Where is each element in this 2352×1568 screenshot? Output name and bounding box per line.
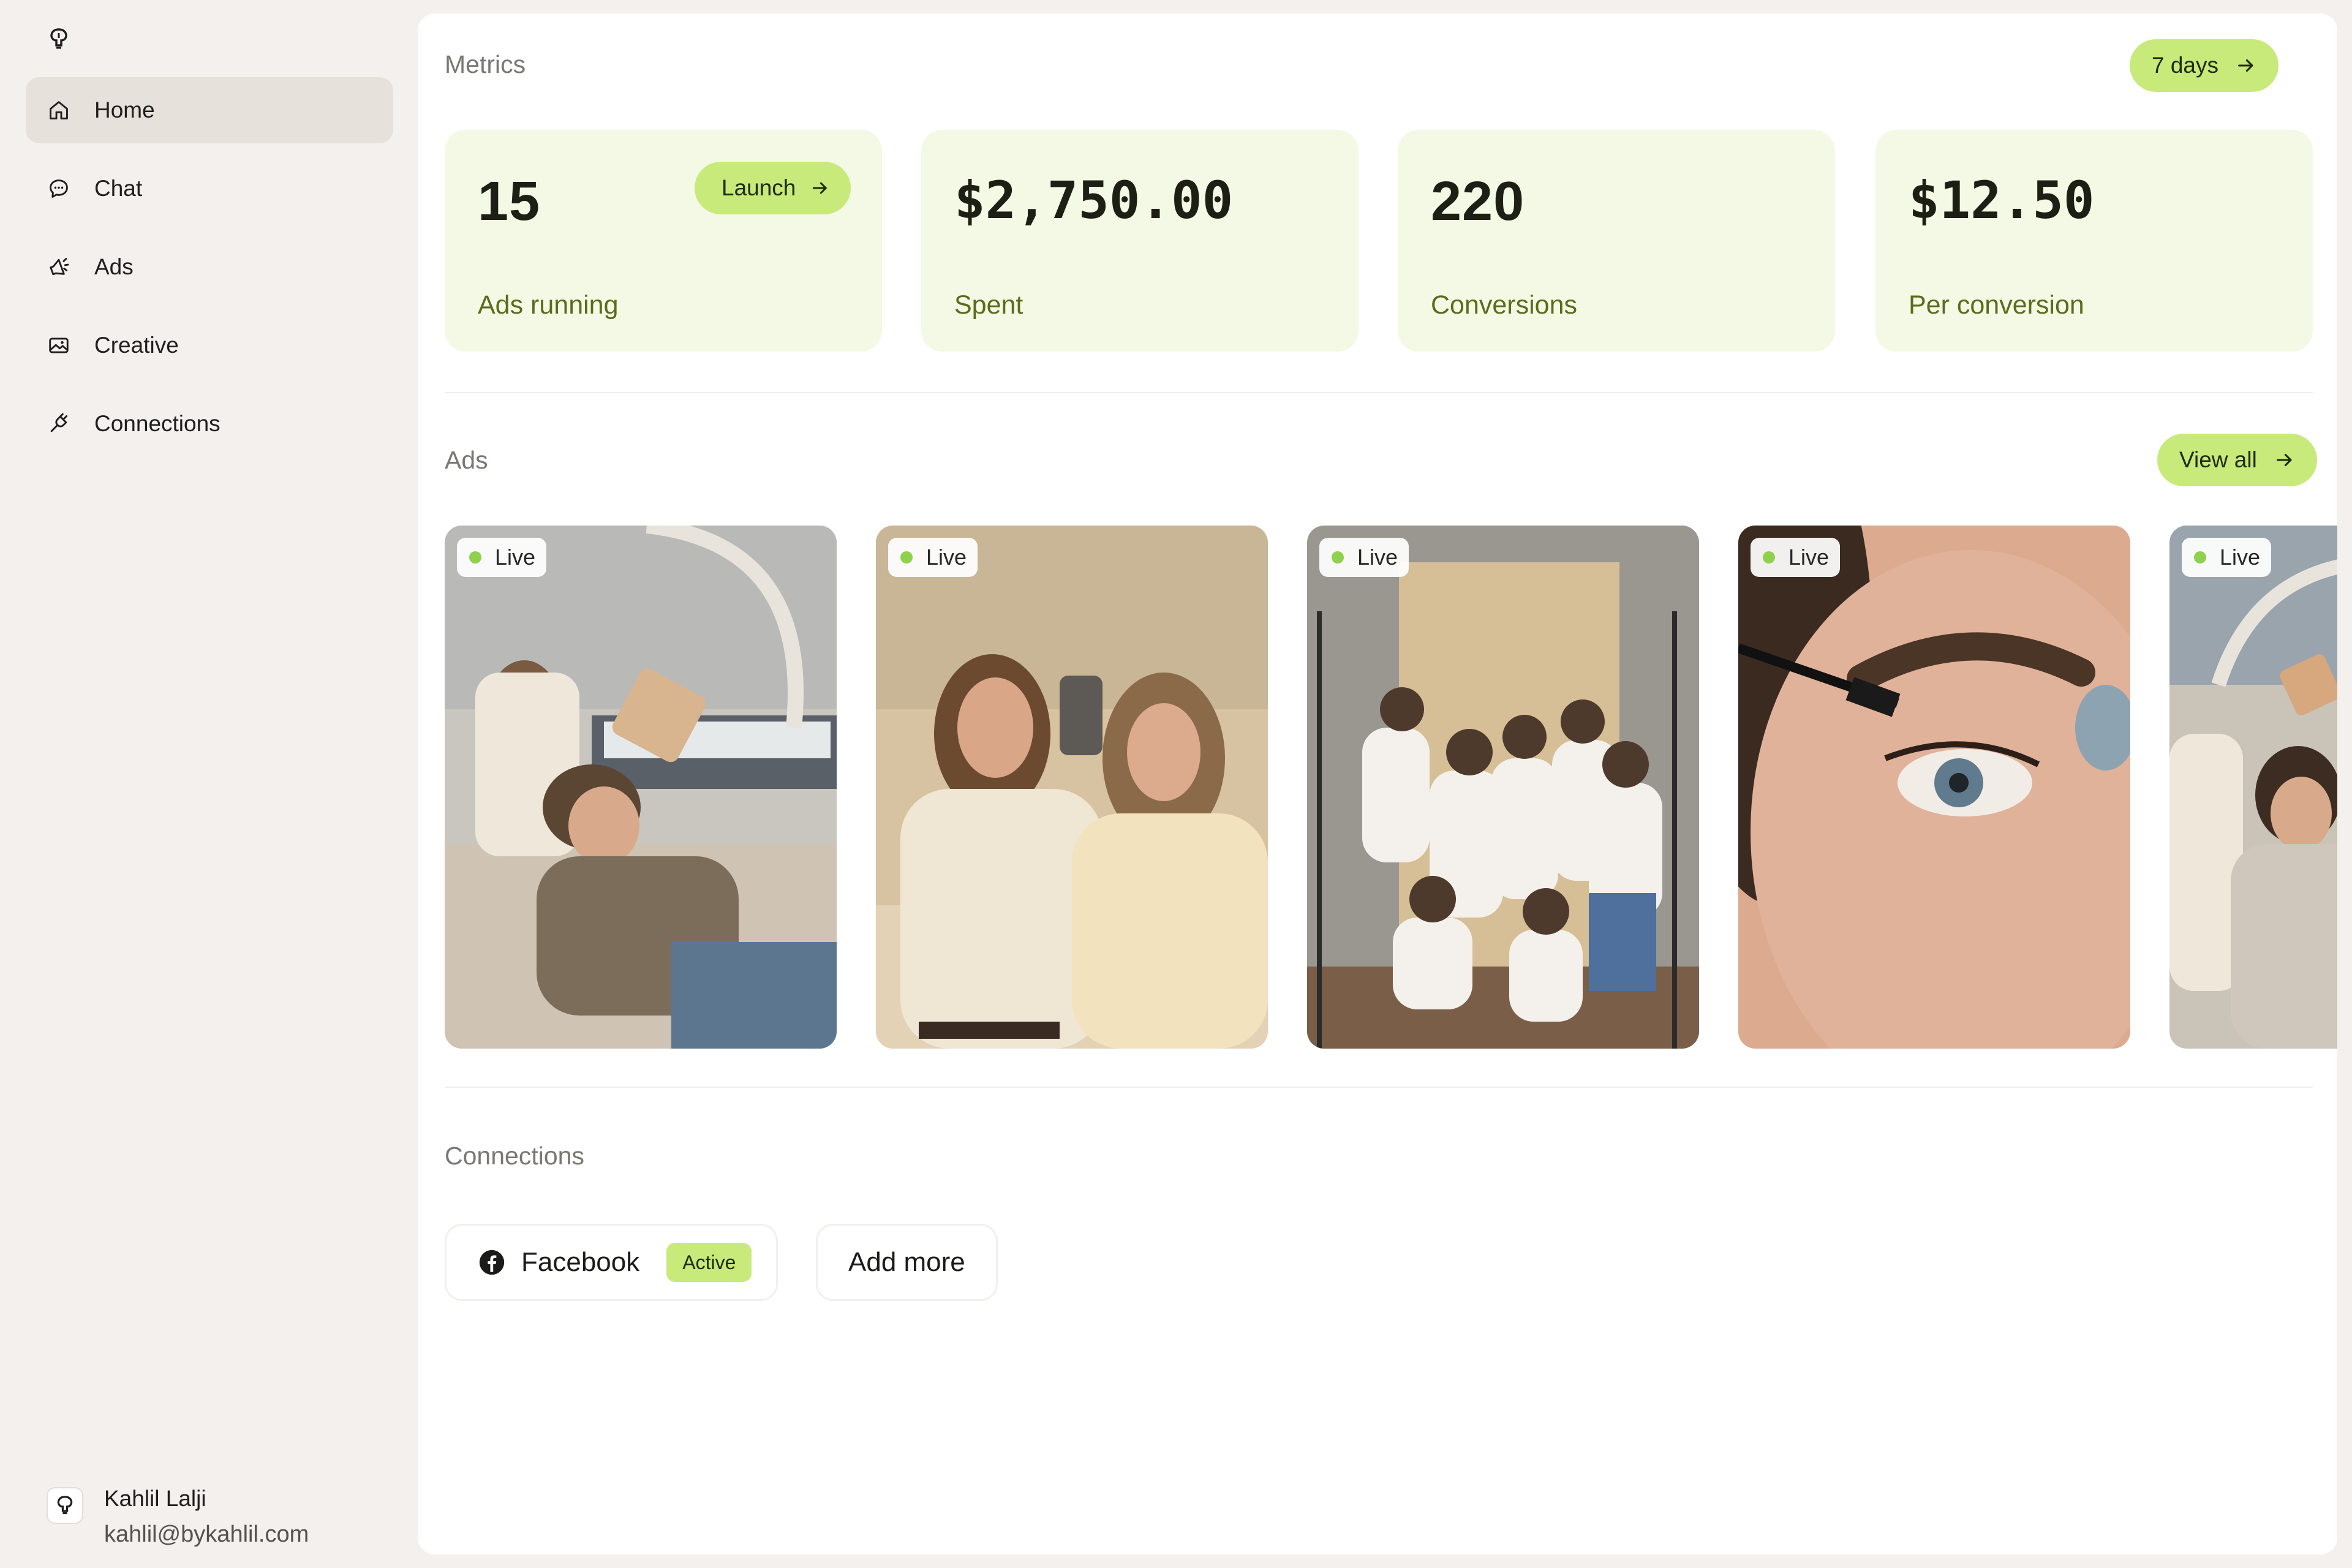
live-dot-icon	[2194, 551, 2206, 564]
nav-item-connections[interactable]: Connections	[26, 391, 393, 457]
date-range-button[interactable]: 7 days	[2130, 39, 2279, 92]
launch-button[interactable]: Launch	[695, 162, 851, 214]
ad-thumbnail	[2169, 526, 2337, 1049]
nav-label-chat: Chat	[94, 176, 143, 201]
arrow-right-icon	[813, 182, 827, 194]
main-nav: Home Chat Ads Creative Connections	[26, 77, 393, 469]
live-dot-icon	[469, 551, 481, 564]
arrow-right-icon	[2238, 59, 2253, 72]
live-dot-icon	[900, 551, 913, 564]
status-label: Live	[2220, 545, 2261, 570]
ad-card[interactable]: Live	[876, 526, 1268, 1049]
nav-label-home: Home	[94, 97, 155, 123]
user-info: Kahlil Lalji kahlil@bykahlil.com	[104, 1481, 309, 1552]
live-dot-icon	[1763, 551, 1775, 564]
main-panel: Metrics 7 days 15 Launch Ads running $2,…	[418, 13, 2337, 1555]
status-label: Live	[926, 545, 967, 570]
ad-card[interactable]: Live	[1738, 526, 2130, 1049]
view-all-label: View all	[2179, 447, 2257, 472]
megaphone-icon	[47, 255, 71, 279]
nav-item-chat[interactable]: Chat	[26, 156, 393, 222]
facebook-icon	[479, 1250, 505, 1275]
plug-icon	[47, 412, 71, 436]
ad-card[interactable]: Live	[1307, 526, 1699, 1049]
connection-facebook[interactable]: Facebook Active	[445, 1224, 778, 1301]
date-range-label: 7 days	[2152, 53, 2219, 78]
chat-icon	[47, 176, 71, 201]
metric-card-conversions: 220 Conversions	[1398, 130, 1835, 352]
nav-item-home[interactable]: Home	[26, 77, 393, 143]
status-badge: Live	[457, 538, 547, 577]
user-profile[interactable]: Kahlil Lalji kahlil@bykahlil.com	[47, 1481, 309, 1552]
ad-card[interactable]: Live	[445, 526, 837, 1049]
metric-card-ads-running: 15 Launch Ads running	[445, 130, 882, 352]
status-badge: Live	[1319, 538, 1409, 577]
connection-label: Facebook	[521, 1247, 640, 1277]
metric-value: $12.50	[1909, 170, 2095, 230]
nav-label-connections: Connections	[94, 411, 221, 436]
nav-item-ads[interactable]: Ads	[26, 234, 393, 300]
metric-value: $2,750.00	[954, 170, 1234, 230]
ad-thumbnail	[1738, 526, 2130, 1049]
nav-label-ads: Ads	[94, 254, 134, 279]
user-name: Kahlil Lalji	[104, 1486, 206, 1511]
ad-card[interactable]: Live	[2169, 526, 2337, 1049]
metric-label: Per conversion	[1909, 290, 2084, 320]
ads-carousel[interactable]: Live Live Live Live Live	[445, 526, 2337, 1049]
connections-title: Connections	[445, 1142, 584, 1170]
live-dot-icon	[1332, 551, 1344, 564]
launch-label: Launch	[722, 175, 796, 200]
metric-label: Spent	[954, 290, 1023, 320]
section-divider	[445, 1087, 2313, 1088]
status-badge: Live	[1751, 538, 1841, 577]
ads-title: Ads	[445, 446, 488, 474]
ad-thumbnail	[1307, 526, 1699, 1049]
section-divider	[445, 392, 2313, 393]
add-more-label: Add more	[848, 1247, 965, 1277]
home-icon	[47, 98, 71, 123]
avatar	[47, 1487, 83, 1524]
status-badge: Active	[666, 1243, 752, 1282]
add-more-button[interactable]: Add more	[816, 1224, 998, 1301]
status-badge: Live	[2182, 538, 2272, 577]
metric-card-per-conversion: $12.50 Per conversion	[1875, 130, 2313, 352]
ad-thumbnail	[445, 526, 837, 1049]
metric-value: 15	[478, 171, 541, 232]
user-email: kahlil@bykahlil.com	[104, 1521, 309, 1547]
view-all-button[interactable]: View all	[2157, 434, 2317, 486]
status-label: Live	[495, 545, 536, 570]
arrow-right-icon	[2276, 453, 2292, 467]
image-icon	[47, 333, 71, 358]
metrics-title: Metrics	[445, 50, 526, 78]
metric-value: 220	[1431, 171, 1525, 232]
ad-thumbnail	[876, 526, 1268, 1049]
metric-card-spent: $2,750.00 Spent	[921, 130, 1359, 352]
nav-label-creative: Creative	[94, 333, 179, 358]
nav-item-creative[interactable]: Creative	[26, 312, 393, 379]
metric-label: Conversions	[1431, 290, 1577, 320]
metric-label: Ads running	[478, 290, 619, 320]
sidebar: Home Chat Ads Creative Connections Kahli…	[0, 0, 418, 1568]
logo-icon[interactable]	[48, 27, 70, 51]
status-label: Live	[1357, 545, 1398, 570]
status-label: Live	[1789, 545, 1830, 570]
status-badge: Live	[888, 538, 978, 577]
